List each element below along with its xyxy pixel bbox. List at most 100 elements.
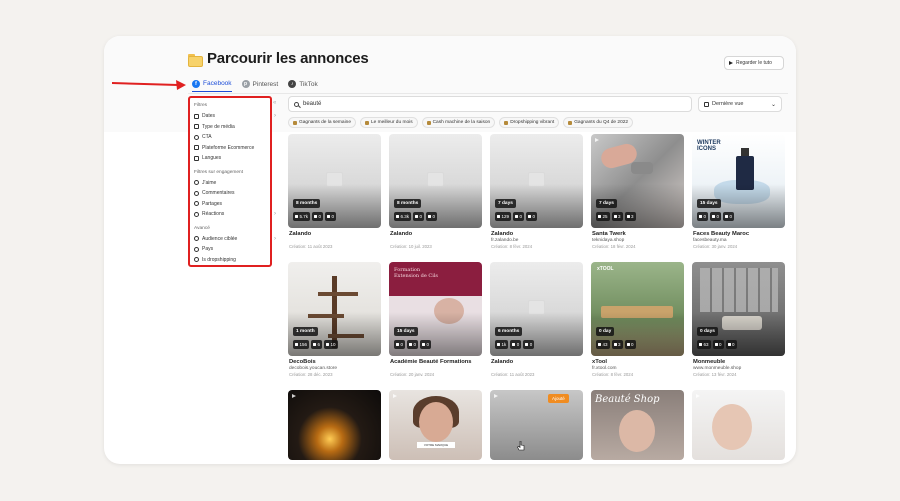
chip-q4-winners[interactable]: Gagnants du Q4 de 2022 (563, 117, 634, 128)
ad-thumbnail[interactable]: Formation Extension de Cils 15 days 000 (389, 262, 482, 356)
watch-tutorial-button[interactable]: Regarder le tuto (724, 56, 784, 70)
ad-advertiser-name[interactable]: Faces Beauty Maroc (693, 231, 749, 237)
ad-thumbnail[interactable]: Ajouté (490, 390, 583, 460)
comment-icon (194, 190, 199, 196)
collapse-sidebar-icon[interactable]: « (273, 100, 276, 106)
tab-tiktok[interactable]: ♪ TikTok (288, 76, 318, 92)
tiktok-icon: ♪ (288, 80, 297, 88)
video-icon (292, 394, 296, 398)
ad-thumbnail[interactable]: xTOOL 0 day 43 3 0 (591, 262, 684, 356)
chip-weekly-winners[interactable]: Gagnants de la semaine (288, 117, 356, 128)
filter-languages[interactable]: Langues (194, 153, 266, 164)
ad-age-badge: 6 months (495, 327, 523, 336)
ad-advertiser-name[interactable]: Santa Twerk (592, 231, 626, 237)
ad-advertiser-name[interactable]: Zalando (289, 231, 311, 237)
filters-sidebar: Filtres Dates › Type de média CTA Platefo… (188, 96, 276, 267)
filter-country[interactable]: Pays (194, 244, 266, 255)
filter-likes[interactable]: J'aime (194, 178, 266, 189)
ad-advertiser-name[interactable]: Monmeuble (693, 359, 725, 365)
ad-age-badge: 1 month (293, 327, 318, 336)
plant-icon (426, 120, 431, 125)
ad-thumbnail[interactable] (288, 390, 381, 460)
ad-thumbnail[interactable]: VOTRE MARQUE (389, 390, 482, 460)
ad-thumbnail[interactable]: Beauté Shop (591, 390, 684, 460)
ad-advertiser-name[interactable]: Académie Beauté Formations (390, 359, 472, 365)
comments-stat: 0 (710, 212, 722, 221)
ad-age-badge: 0 days (697, 327, 718, 336)
filter-dates-label: Dates (202, 113, 216, 120)
tab-pinterest[interactable]: p Pinterest (241, 76, 278, 92)
likes-stat: 1k (495, 340, 509, 349)
share-icon (525, 343, 529, 346)
tab-facebook-label: Facebook (203, 80, 232, 87)
ad-thumbnail[interactable]: 0 days 63 0 0 (692, 262, 785, 356)
shares-stat: 0 (526, 212, 538, 221)
ad-thumbnail[interactable]: 8 months 5.7k 0 0 (288, 134, 381, 228)
likes-stat: 0 (697, 212, 709, 221)
ad-advertiser-name[interactable]: Zalando (390, 231, 412, 237)
share-icon (327, 215, 331, 218)
ad-age-badge: 0 day (596, 327, 615, 336)
ad-created-date: Création: 11 août 2023 (491, 372, 535, 377)
ad-thumbnail[interactable]: 7 days 129 0 0 (490, 134, 583, 228)
filter-comments[interactable]: Commentaires (194, 188, 266, 199)
ad-advertiser-name[interactable]: Zalando (491, 359, 513, 365)
filter-dropshipping[interactable]: Is dropshipping (194, 255, 266, 266)
likes-stat: 0 (394, 340, 406, 349)
chip-dropshipping[interactable]: Dropshipping vibrant (499, 117, 560, 128)
shares-stat: 0 (624, 340, 636, 349)
ad-advertiser-name[interactable]: DecoBois (289, 359, 316, 365)
play-icon (729, 61, 733, 65)
ad-thumbnail[interactable]: WINTER ICONS 15 days 000 (692, 134, 785, 228)
shares-stat: 0 (523, 340, 535, 349)
language-icon (194, 155, 199, 161)
tab-facebook[interactable]: f Facebook (192, 76, 232, 92)
ad-thumbnail[interactable]: 6 months 1k 0 0 (490, 262, 583, 356)
ad-overlay-text: Formation Extension de Cils (394, 267, 438, 279)
cta-icon (194, 134, 199, 140)
filter-shares[interactable]: Partages (194, 199, 266, 210)
ad-thumbnail[interactable] (692, 390, 785, 460)
comments-stat: 3 (611, 340, 623, 349)
filter-dates[interactable]: Dates › (194, 111, 276, 122)
ad-advertiser-name[interactable]: xTool (592, 359, 607, 365)
ad-thumbnail[interactable]: 8 months 6.3k 0 0 (389, 134, 482, 228)
sort-select[interactable]: Dernière vue ⌄ (698, 96, 782, 112)
filter-reactions-label: Réactions (202, 211, 225, 218)
calendar-icon (365, 120, 369, 125)
shares-stat: 3 (624, 212, 636, 221)
ad-created-date: Création: 30 janv. 2024 (693, 244, 738, 249)
filters-section-title: Filtres (194, 103, 208, 108)
comment-icon (415, 215, 419, 218)
likes-stat: 25 (596, 212, 610, 221)
page-title: Parcourir les annonces (207, 50, 369, 67)
search-input[interactable]: beauté (288, 96, 692, 112)
thumbs-up-icon (598, 343, 601, 346)
filter-reactions[interactable]: Réactions › (194, 209, 276, 220)
ad-domain: fr.xtool.com (592, 366, 617, 371)
ad-age-badge: 15 days (394, 327, 418, 336)
comment-icon (409, 343, 413, 346)
share-icon (194, 201, 199, 207)
ad-advertiser-name[interactable]: Zalando (491, 231, 513, 237)
chip-best-of-month[interactable]: Le meilleur du mois (360, 117, 418, 128)
facebook-icon: f (192, 79, 200, 88)
ad-created-date: Création: 11 août 2023 (289, 244, 333, 249)
thumbs-up-icon (497, 343, 500, 346)
tabs-divider (188, 93, 788, 94)
likes-stat: 129 (495, 212, 512, 221)
red-arrow-annotation (112, 80, 186, 90)
comment-icon (512, 343, 516, 346)
thumbs-up-icon (699, 343, 702, 346)
filter-target-audience[interactable]: Audience ciblée › (194, 234, 276, 245)
video-icon (696, 394, 700, 398)
chip-cash-machine[interactable]: Cash machine de la saison (421, 117, 496, 128)
ad-thumbnail[interactable]: 1 month 156 6 10 (288, 262, 381, 356)
filter-media-type[interactable]: Type de média (194, 122, 266, 133)
quick-filter-chips: Gagnants de la semaine Le meilleur du mo… (288, 117, 634, 128)
added-badge: Ajouté (548, 394, 569, 403)
filter-ecommerce-platform[interactable]: Plateforme Ecommerce (194, 143, 266, 154)
chevron-right-icon: › (274, 235, 276, 242)
ad-thumbnail[interactable]: 7 days 25 3 3 (591, 134, 684, 228)
filter-cta[interactable]: CTA (194, 132, 266, 143)
